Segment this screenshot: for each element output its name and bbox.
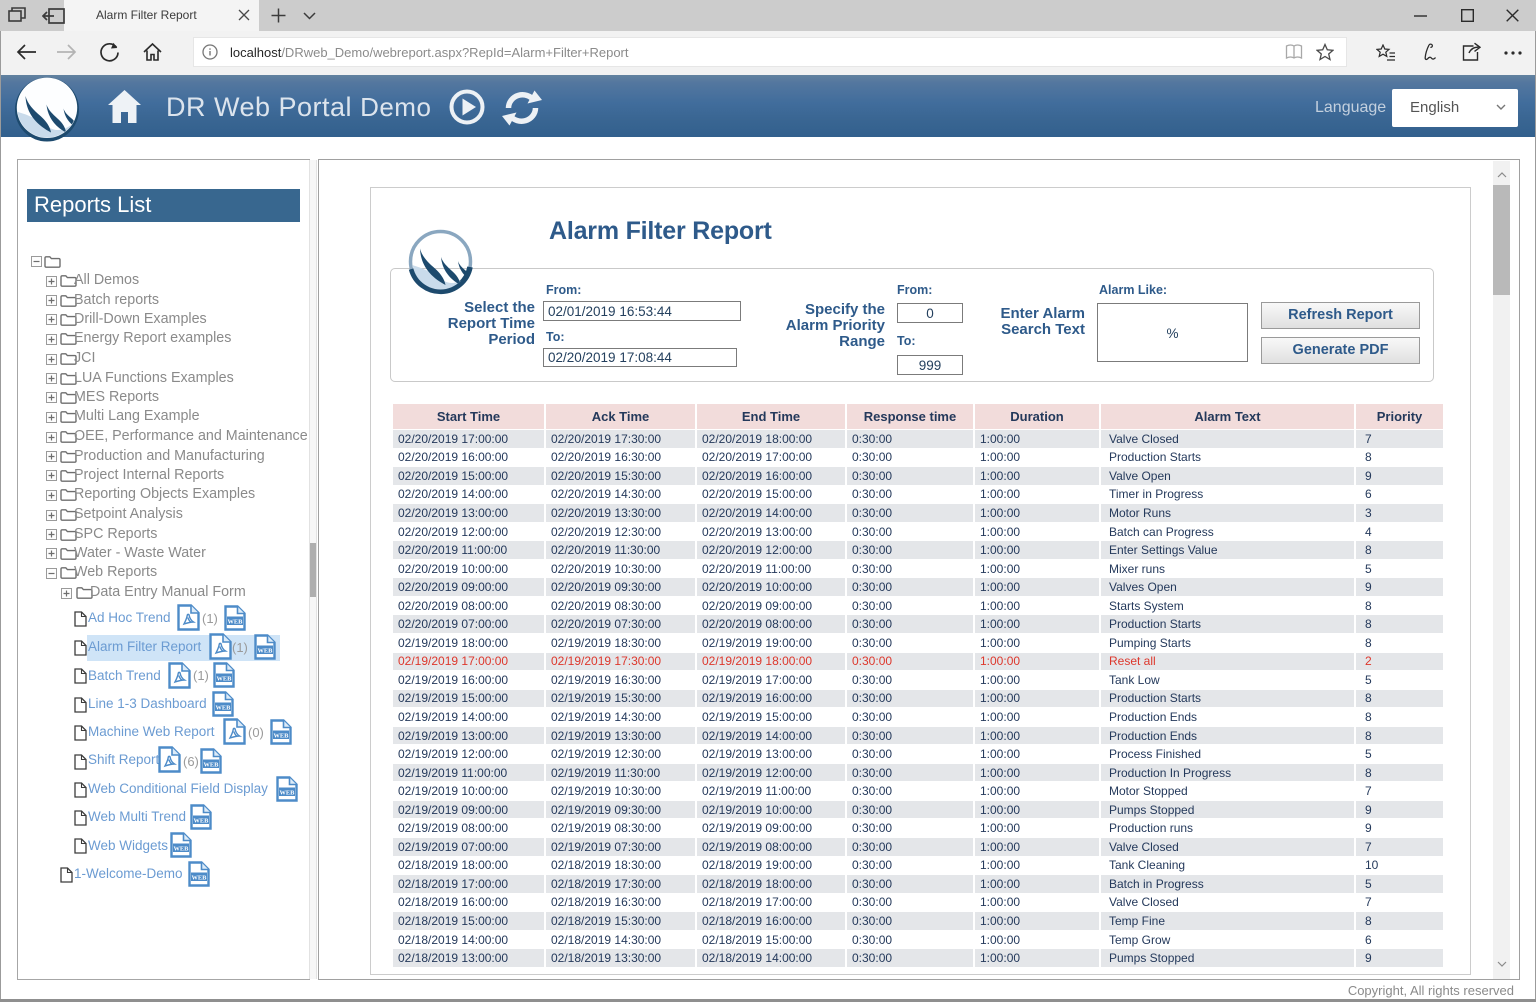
svg-text:WEB: WEB — [192, 874, 208, 881]
svg-text:WEB: WEB — [194, 817, 210, 824]
svg-text:WEB: WEB — [216, 704, 232, 711]
svg-text:WEB: WEB — [217, 675, 233, 682]
svg-text:WEB: WEB — [204, 761, 220, 768]
svg-text:WEB: WEB — [274, 732, 290, 739]
svg-text:WEB: WEB — [280, 789, 296, 796]
svg-text:WEB: WEB — [174, 845, 190, 852]
svg-text:WEB: WEB — [228, 618, 244, 625]
svg-text:WEB: WEB — [258, 647, 274, 654]
